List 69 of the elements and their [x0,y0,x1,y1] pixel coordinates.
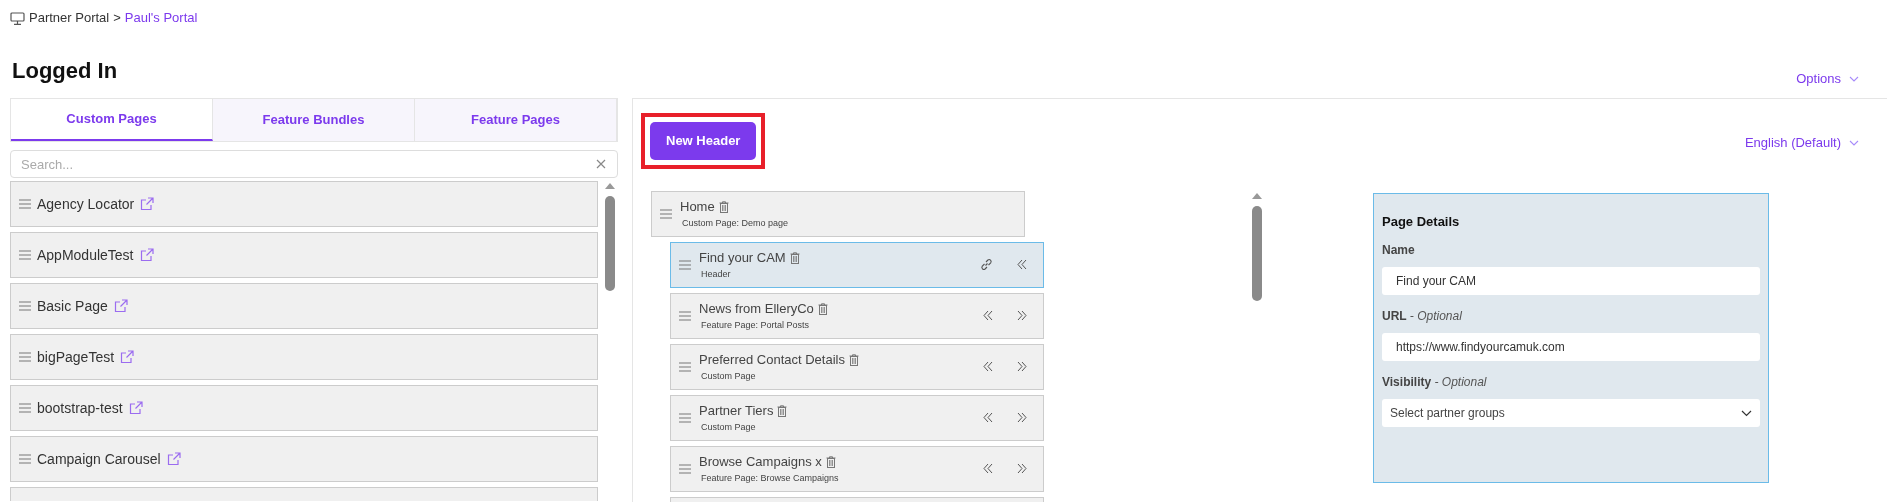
drag-handle-icon[interactable] [679,412,691,423]
drag-handle-icon[interactable] [19,352,31,362]
drag-handle-icon[interactable] [660,208,672,219]
double-chevron-left-icon[interactable] [983,361,993,372]
tree-item[interactable]: Home Custom Page: Demo page [651,190,1025,237]
page-list-item[interactable]: bootstrap-test [10,385,598,431]
page-list-item[interactable]: Basic Page [10,283,598,329]
breadcrumb-separator: > [113,9,121,28]
field-label: URL - Optional [1382,308,1463,325]
trash-icon[interactable] [825,455,836,468]
tree-item[interactable]: Preferred Contact Details Custom Page [670,343,1044,390]
tab[interactable]: Feature Bundles [213,99,415,141]
double-chevron-right-icon[interactable] [1017,412,1027,423]
page-title: Logged In [12,57,118,85]
link-icon[interactable] [980,258,993,271]
double-chevron-right-icon[interactable] [1017,310,1027,321]
drag-handle-icon[interactable] [19,250,31,260]
close-icon[interactable] [596,159,606,169]
language-menu[interactable]: English (Default) [1744,133,1859,153]
trash-icon[interactable] [777,404,788,417]
tree-item[interactable]: Partner Tiers Custom Page [670,394,1044,441]
double-chevron-right-icon[interactable] [1017,463,1027,474]
page-list-item[interactable]: AppModuleTest [10,232,598,278]
external-link-icon[interactable] [113,299,128,313]
double-chevron-left-icon[interactable] [983,310,993,321]
tree-item[interactable]: Find your CAM Header [670,241,1044,288]
chevron-down-icon [1741,409,1752,417]
tree-item[interactable]: News from ElleryCo Feature Page: Portal Posts [670,292,1044,339]
drag-handle-icon[interactable] [19,403,31,413]
drag-handle-icon[interactable] [19,454,31,464]
text-field[interactable]: Find your CAM [1382,267,1760,295]
text-field[interactable]: https://www.findyourcamuk.com [1382,333,1760,361]
field-label: Visibility - Optional [1382,374,1488,391]
breadcrumb-link[interactable]: Paul's Portal [124,8,198,28]
page-list-item[interactable]: Agency Locator [10,181,598,227]
external-link-icon[interactable] [120,350,135,364]
double-chevron-left-icon[interactable] [1017,259,1027,270]
chevron-down-icon [1849,139,1859,146]
trash-icon[interactable] [848,353,859,366]
options-menu[interactable]: Options [1796,60,1859,98]
double-chevron-right-icon[interactable] [1017,361,1027,372]
drag-handle-icon[interactable] [679,361,691,372]
search-field[interactable]: Search... [10,150,618,178]
double-chevron-left-icon[interactable] [983,412,993,423]
drag-handle-icon[interactable] [19,301,31,311]
drag-handle-icon[interactable] [19,199,31,209]
trash-icon[interactable] [789,251,800,264]
tree-item[interactable]: Browse Campaigns x Feature Page: Browse Campaigns [670,445,1044,492]
tab[interactable]: Feature Pages [415,99,617,141]
page-list-item[interactable]: Campaign Carousel [10,436,598,482]
external-link-icon[interactable] [139,248,154,262]
tab[interactable]: Custom Pages [11,99,213,141]
external-link-icon[interactable] [166,452,181,466]
select-field[interactable]: Select partner groups [1382,399,1760,427]
external-link-icon[interactable] [140,197,155,211]
trash-icon[interactable] [817,302,828,315]
drag-handle-icon[interactable] [679,310,691,321]
field-label: Name [1382,242,1416,259]
external-link-icon[interactable] [128,401,143,415]
double-chevron-left-icon[interactable] [983,463,993,474]
page-list-item[interactable]: bigPageTest [10,334,598,380]
drag-handle-icon[interactable] [679,463,691,474]
breadcrumb-item: Partner Portal [29,9,110,28]
drag-handle-icon[interactable] [679,259,691,270]
monitor-icon [10,11,25,25]
new-header-button[interactable]: New Header [650,122,757,160]
chevron-down-icon [1849,76,1859,82]
panel-heading: Page Details [1382,212,1461,231]
trash-icon[interactable] [718,200,729,213]
